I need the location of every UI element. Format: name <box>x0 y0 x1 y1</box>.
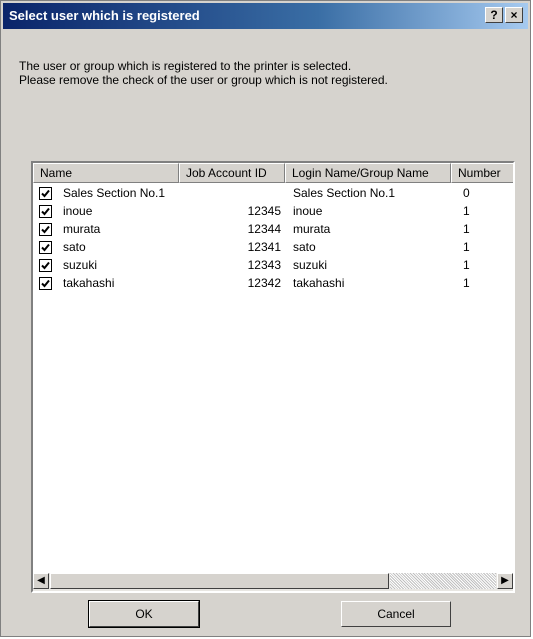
scroll-right-button[interactable]: ▶ <box>497 573 513 589</box>
help-button[interactable]: ? <box>485 7 503 23</box>
checkmark-icon <box>41 243 50 252</box>
cell-login-name: Sales Section No.1 <box>293 186 396 200</box>
row-checkbox[interactable] <box>39 259 52 272</box>
list-header: Name Job Account ID Login Name/Group Nam… <box>33 163 513 183</box>
table-row[interactable]: suzuki 12343 suzuki 1 <box>33 257 513 275</box>
column-header-job-account-id[interactable]: Job Account ID <box>179 163 285 183</box>
cell-name: inoue <box>63 204 93 218</box>
row-checkbox[interactable] <box>39 187 52 200</box>
row-checkbox[interactable] <box>39 205 52 218</box>
scroll-left-button[interactable]: ◀ <box>33 573 49 589</box>
cell-login-name: inoue <box>293 204 323 218</box>
checkmark-icon <box>41 261 50 270</box>
checkmark-icon <box>41 225 50 234</box>
column-header-login-name[interactable]: Login Name/Group Name <box>285 163 451 183</box>
table-row[interactable]: inoue 12345 inoue 1 <box>33 203 513 221</box>
cell-number: 1 <box>463 222 470 236</box>
cell-name: sato <box>63 240 86 254</box>
scrollbar-track[interactable] <box>390 573 496 589</box>
cell-job-account-id: 12341 <box>247 240 281 254</box>
table-row[interactable]: murata 12344 murata 1 <box>33 221 513 239</box>
cell-number: 1 <box>463 276 470 290</box>
cell-number: 0 <box>463 186 470 200</box>
table-row[interactable]: takahashi 12342 takahashi 1 <box>33 275 513 293</box>
cancel-button[interactable]: Cancel <box>341 601 451 627</box>
column-header-name[interactable]: Name <box>33 163 179 183</box>
cell-login-name: murata <box>293 222 331 236</box>
cell-name: takahashi <box>63 276 115 290</box>
cell-number: 1 <box>463 204 470 218</box>
checkmark-icon <box>41 189 50 198</box>
close-button[interactable]: × <box>505 7 523 23</box>
title-bar[interactable]: Select user which is registered ? × <box>3 3 528 29</box>
cell-login-name: sato <box>293 240 316 254</box>
table-row[interactable]: sato 12341 sato 1 <box>33 239 513 257</box>
cell-login-name: takahashi <box>293 276 345 290</box>
ok-button[interactable]: OK <box>88 600 200 628</box>
cell-job-account-id: 12343 <box>247 258 281 272</box>
description-line-1: The user or group which is registered to… <box>19 59 352 73</box>
description-text: The user or group which is registered to… <box>19 59 388 87</box>
scrollbar-thumb[interactable] <box>50 573 389 589</box>
row-checkbox[interactable] <box>39 223 52 236</box>
row-checkbox[interactable] <box>39 241 52 254</box>
description-line-2: Please remove the check of the user or g… <box>19 73 388 87</box>
table-row[interactable]: Sales Section No.1 Sales Section No.1 0 <box>33 185 513 203</box>
cell-name: Sales Section No.1 <box>63 186 166 200</box>
window-title: Select user which is registered <box>9 8 200 23</box>
user-list[interactable]: Name Job Account ID Login Name/Group Nam… <box>31 161 515 593</box>
cell-job-account-id: 12345 <box>247 204 281 218</box>
cell-name: suzuki <box>63 258 98 272</box>
horizontal-scrollbar[interactable]: ◀ ▶ <box>33 573 513 591</box>
checkmark-icon <box>41 279 50 288</box>
cell-number: 1 <box>463 258 470 272</box>
cell-number: 1 <box>463 240 470 254</box>
select-user-dialog: Select user which is registered ? × The … <box>0 0 531 637</box>
row-checkbox[interactable] <box>39 277 52 290</box>
cell-name: murata <box>63 222 101 236</box>
column-header-number[interactable]: Number <box>451 163 513 183</box>
checkmark-icon <box>41 207 50 216</box>
list-rows: Sales Section No.1 Sales Section No.1 0 ino… <box>33 185 513 293</box>
cell-job-account-id: 12342 <box>247 276 281 290</box>
cell-job-account-id: 12344 <box>247 222 281 236</box>
cell-login-name: suzuki <box>293 258 328 272</box>
